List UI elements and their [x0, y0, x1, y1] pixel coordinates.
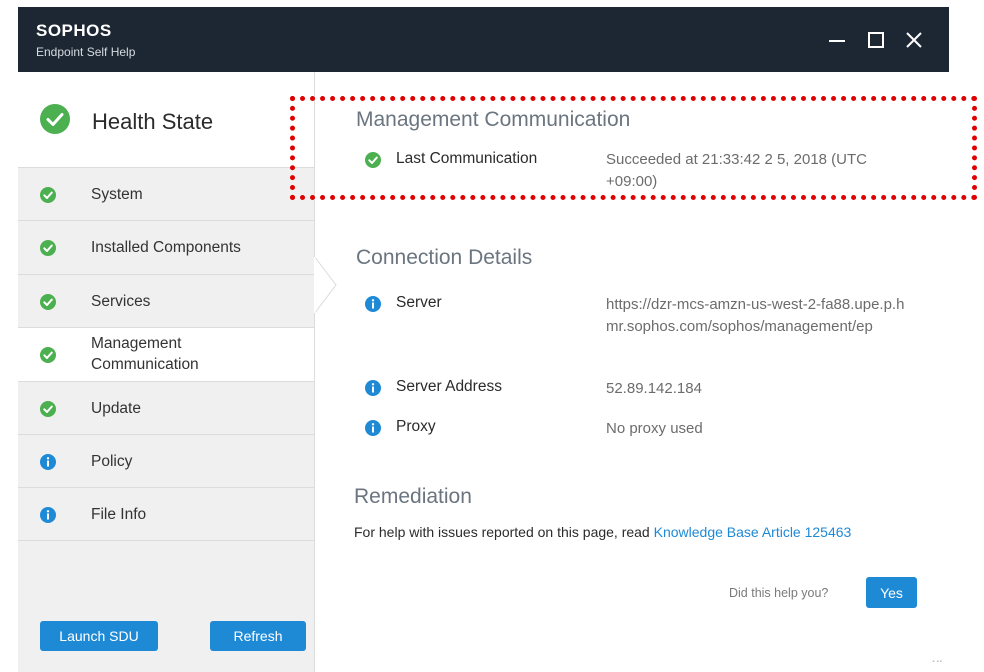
title-bar[interactable]: SOPHOS Endpoint Self Help [18, 7, 949, 72]
maximize-icon [868, 32, 884, 48]
sidebar-item-policy[interactable]: Policy [18, 435, 314, 488]
proxy-value: No proxy used [606, 420, 703, 437]
maximize-button[interactable] [863, 27, 889, 53]
sidebar-item-label: System [91, 186, 143, 203]
sidebar-item-label: Installed Components [91, 239, 241, 256]
sidebar-item-installed-components[interactable]: Installed Components [18, 221, 314, 275]
info-icon [365, 420, 381, 436]
launch-sdu-button[interactable]: Launch SDU [40, 621, 158, 651]
health-state-header[interactable]: Health State [18, 72, 314, 168]
info-icon [365, 380, 381, 396]
server-value: https://dzr-mcs-amzn-us-west-2-fa88.upe.… [606, 296, 905, 335]
check-circle-icon [40, 401, 56, 417]
check-circle-icon [40, 294, 56, 310]
sidebar-item-label: Management Communication [91, 335, 199, 373]
check-circle-icon [40, 187, 56, 203]
minimize-icon [829, 40, 845, 42]
check-circle-icon [40, 347, 56, 363]
info-icon [365, 296, 381, 312]
check-circle-icon [40, 104, 70, 134]
refresh-button[interactable]: Refresh [210, 621, 306, 651]
remediation-description: For help with issues reported on this pa… [354, 524, 654, 540]
close-button[interactable] [901, 27, 927, 53]
sidebar-item-label: Services [91, 293, 151, 310]
sidebar-item-system[interactable]: System [18, 168, 314, 221]
sidebar-item-label: File Info [91, 506, 147, 523]
info-icon [40, 507, 56, 523]
remediation-text: For help with issues reported on this pa… [354, 522, 914, 543]
sidebar-item-update[interactable]: Update [18, 382, 314, 435]
resize-grip-icon[interactable]: ⠠⠤ [928, 655, 943, 666]
close-icon [906, 32, 922, 48]
sidebar-item-management-communication[interactable]: Management Communication [18, 328, 314, 382]
brand-logo: SOPHOS [36, 21, 112, 40]
highlight-box [290, 96, 977, 200]
sidebar-item-file-info[interactable]: File Info [18, 488, 314, 541]
server-address-value: 52.89.142.184 [606, 380, 702, 397]
health-state-label: Health State [92, 109, 214, 134]
knowledge-base-link[interactable]: Knowledge Base Article 125463 [654, 524, 852, 540]
app-subtitle: Endpoint Self Help [36, 45, 136, 59]
proxy-label: Proxy [396, 418, 436, 435]
sidebar-item-label: Update [91, 400, 141, 417]
section-title-remediation: Remediation [354, 485, 472, 508]
sidebar-item-services[interactable]: Services [18, 275, 314, 328]
feedback-question: Did this help you? [729, 586, 829, 600]
check-circle-icon [40, 240, 56, 256]
sidebar: Health State System Installed Components… [18, 72, 315, 672]
sidebar-item-label: Policy [91, 453, 133, 470]
yes-button[interactable]: Yes [866, 577, 917, 608]
info-icon [40, 454, 56, 470]
server-address-label: Server Address [396, 378, 502, 395]
server-label: Server [396, 294, 442, 311]
section-title-connection: Connection Details [356, 246, 533, 269]
minimize-button[interactable] [824, 27, 850, 53]
